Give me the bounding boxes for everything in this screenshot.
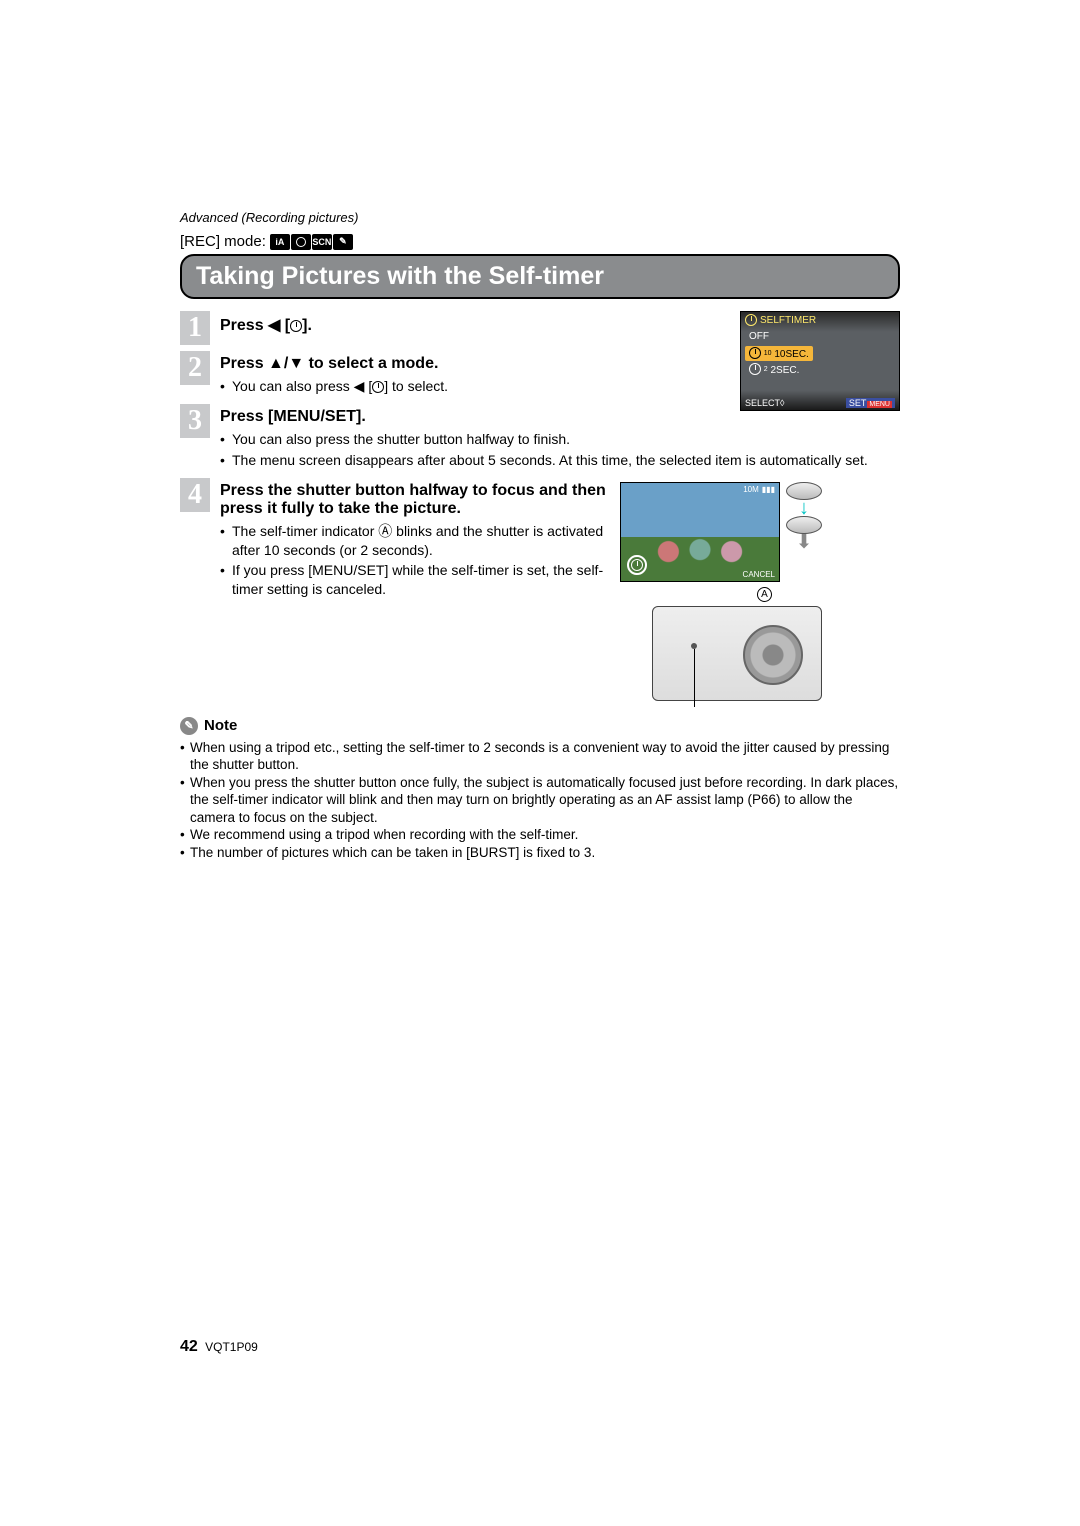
lcd-title: SELFTIMER (745, 314, 816, 326)
timer-icon (749, 363, 761, 375)
step-3-bullet-2: The menu screen disappears after about 5… (220, 451, 900, 470)
lcd-set-hint: SETMENU (846, 398, 895, 408)
step-number: 3 (180, 404, 210, 438)
photo-res-badge: 10M (743, 485, 759, 494)
note-item: When using a tripod etc., setting the se… (180, 739, 900, 774)
step-4-figures: 10M ▮▮▮ CANCEL ↓ ⬇ (620, 482, 822, 701)
notes-list: When using a tripod etc., setting the se… (180, 739, 900, 862)
text: ]. (302, 317, 312, 334)
timer-icon (745, 314, 757, 326)
rec-mode-label: [REC] mode: (180, 233, 266, 250)
lcd-select-text: SELECT (745, 398, 780, 408)
step-number: 2 (180, 351, 210, 385)
note-icon: ✎ (180, 717, 198, 735)
text: Press (220, 317, 268, 334)
label-a-callout: A (749, 586, 822, 602)
sample-photo: 10M ▮▮▮ CANCEL (620, 482, 780, 582)
step-number: 1 (180, 311, 210, 345)
lcd-screenshot: SELFTIMER OFF 10 10SEC. 2 2SEC. SELECT◊ (740, 311, 900, 411)
step-3-bullet-1: You can also press the shutter button ha… (220, 430, 900, 449)
lcd-option-10-label: 10SEC. (774, 349, 808, 360)
step-4-bullet-1: The self-timer indicator Ⓐ blinks and th… (220, 522, 610, 560)
photo-with-shutter: 10M ▮▮▮ CANCEL ↓ ⬇ (620, 482, 822, 582)
page-footer: 42 VQT1P09 (180, 1338, 258, 1356)
mode-icon-clipboard: ✎ (333, 234, 353, 250)
arrow-down-full-icon: ⬇ (796, 536, 813, 548)
self-timer-indicator-overlay (627, 555, 647, 575)
breadcrumb: Advanced (Recording pictures) (180, 210, 900, 225)
mode-icon-camera (291, 234, 311, 250)
page-number: 42 (180, 1338, 198, 1355)
note-item: We recommend using a tripod when recordi… (180, 826, 900, 844)
title-banner: Taking Pictures with the Self-timer (180, 254, 900, 299)
arrow-down-icon: ↓ (799, 502, 809, 514)
lcd-title-text: SELFTIMER (760, 315, 816, 326)
steps-area: SELFTIMER OFF 10 10SEC. 2 2SEC. SELECT◊ (180, 311, 900, 862)
timer-icon (290, 320, 302, 332)
step-4: 4 Press the shutter button halfway to fo… (180, 478, 900, 701)
cancel-hint: CANCEL (743, 570, 775, 579)
lcd-option-off: OFF (745, 330, 773, 343)
text: You can also press ◀ [ (232, 378, 372, 394)
note-heading: ✎ Note (180, 717, 900, 735)
note-item: The number of pictures which can be take… (180, 844, 900, 862)
label-a-icon: A (757, 587, 772, 602)
step-4-title: Press the shutter button halfway to focu… (220, 482, 610, 518)
shutter-press-diagram: ↓ ⬇ (786, 482, 822, 548)
note-label: Note (204, 717, 237, 734)
step-number: 4 (180, 478, 210, 512)
step-3: 3 Press [MENU/SET]. You can also press t… (180, 404, 900, 472)
camera-front-diagram (652, 606, 822, 701)
lcd-option-2sec: 2 2SEC. (745, 362, 803, 377)
page-title: Taking Pictures with the Self-timer (196, 262, 884, 291)
mode-icon-ia: iA (270, 234, 290, 250)
lcd-select-hint: SELECT◊ (745, 398, 784, 408)
doc-code: VQT1P09 (205, 1340, 258, 1354)
shutter-button-icon (786, 482, 822, 500)
text: [ (280, 317, 290, 334)
step-4-bullet-2: If you press [MENU/SET] while the self-t… (220, 561, 610, 599)
shutter-button-icon (786, 516, 822, 534)
mode-icon-scn: SCN (312, 234, 332, 250)
mode-icons-group: iA SCN ✎ (270, 234, 353, 250)
step-2-bullet: You can also press ◀ [ ] to select. (220, 377, 900, 396)
lcd-set-text: SET (849, 398, 867, 408)
lcd-option-2-label: 2SEC. (770, 365, 799, 376)
timer-icon (372, 381, 384, 393)
lcd-figure: SELFTIMER OFF 10 10SEC. 2 2SEC. SELECT◊ (740, 311, 900, 411)
text: ] to select. (384, 378, 448, 394)
note-item: When you press the shutter button once f… (180, 774, 900, 827)
rec-mode-line: [REC] mode: iA SCN ✎ (180, 233, 900, 250)
timer-icon (749, 347, 761, 359)
page-content: Advanced (Recording pictures) [REC] mode… (180, 210, 900, 862)
camera-lens-icon (743, 625, 803, 685)
callout-line (694, 649, 695, 707)
lcd-option-10sec: 10 10SEC. (745, 346, 813, 361)
